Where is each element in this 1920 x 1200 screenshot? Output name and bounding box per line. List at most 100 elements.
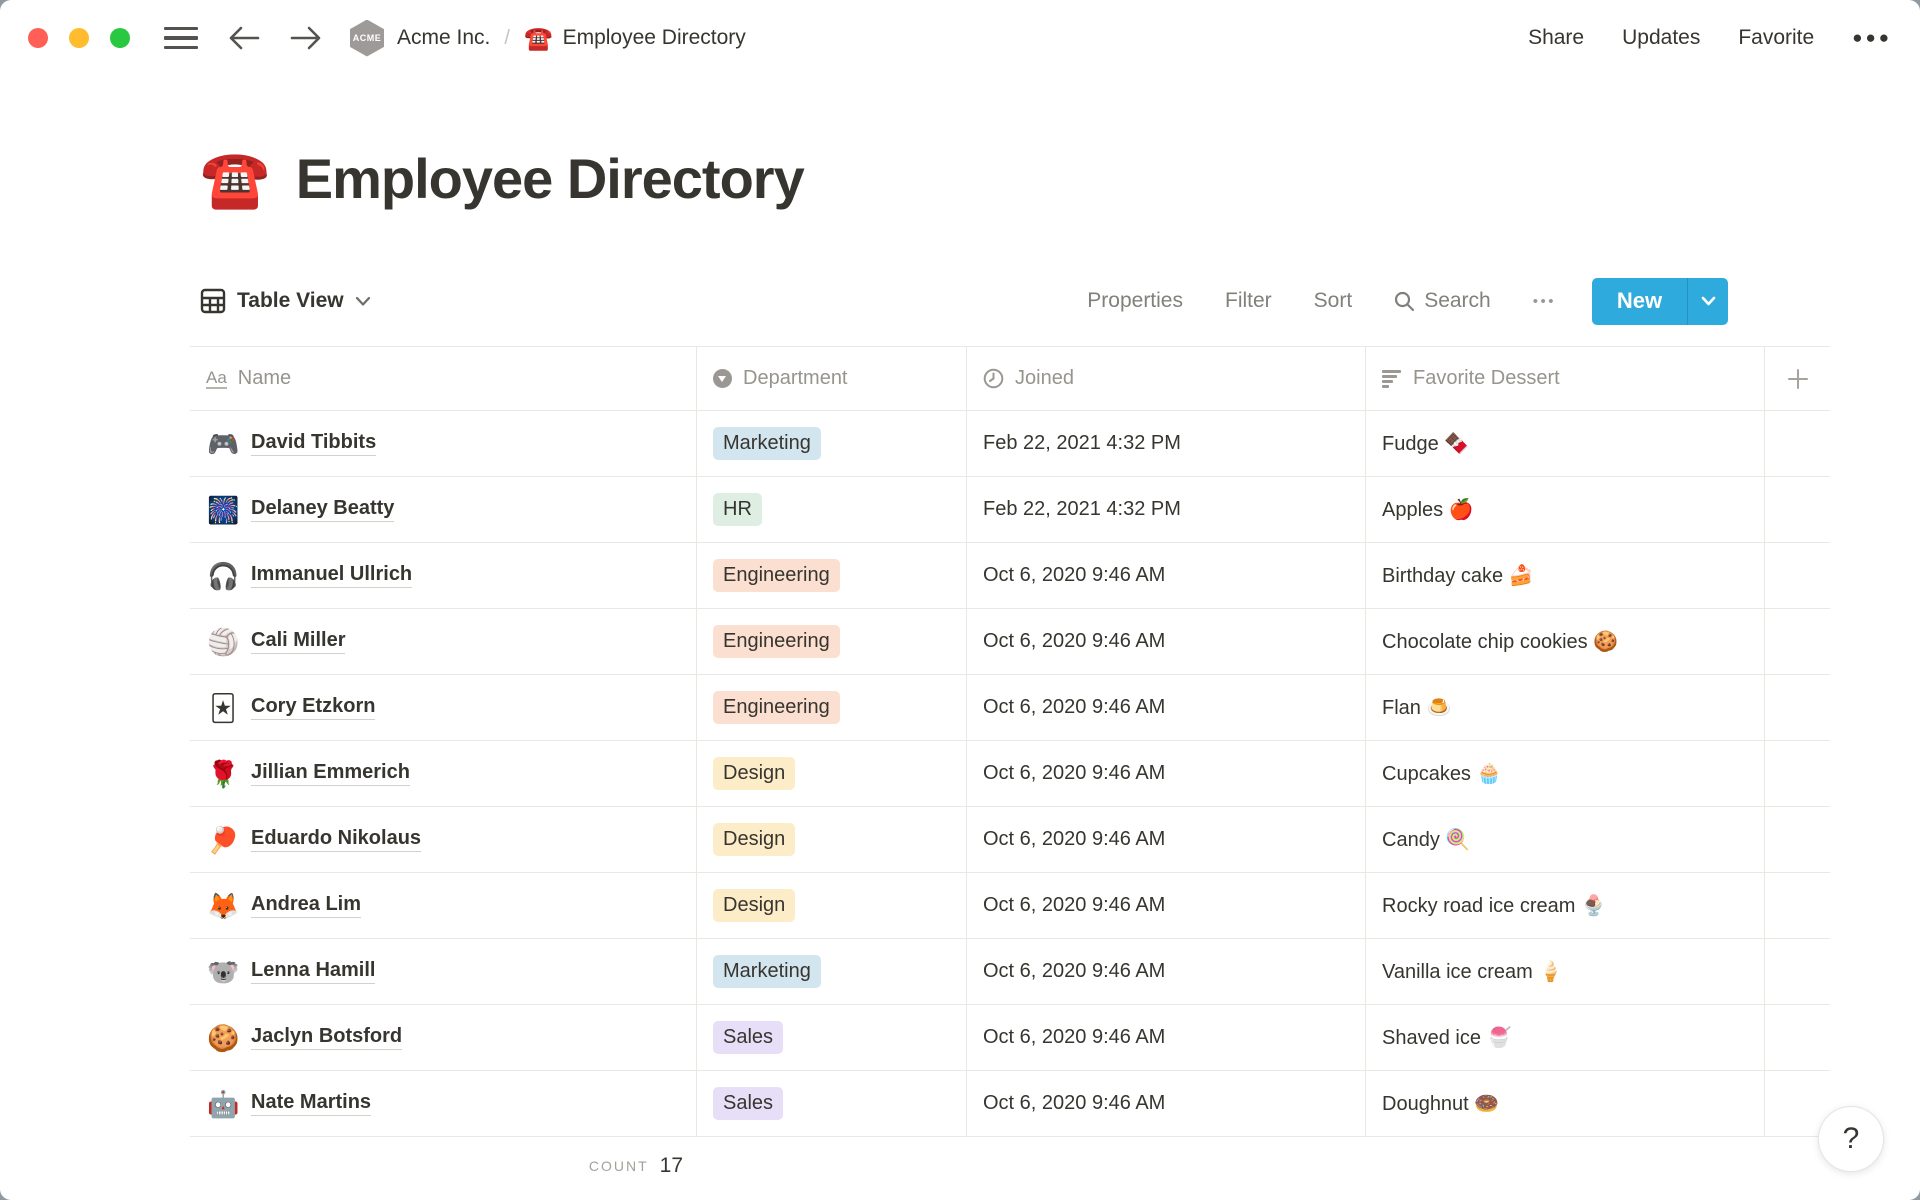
employee-name-link[interactable]: Cali Miller — [251, 629, 345, 654]
joined-cell[interactable]: Oct 6, 2020 9:46 AM — [967, 807, 1366, 872]
view-more-icon[interactable]: ••• — [1533, 293, 1556, 310]
page-title-emoji-icon[interactable]: ☎️ — [200, 151, 270, 207]
joined-cell[interactable]: Oct 6, 2020 9:46 AM — [967, 1005, 1366, 1070]
breadcrumb-workspace[interactable]: Acme Inc. — [397, 26, 490, 50]
joined-cell[interactable]: Oct 6, 2020 9:46 AM — [967, 1071, 1366, 1136]
minimize-button[interactable] — [69, 28, 89, 48]
back-arrow-icon[interactable] — [228, 25, 260, 51]
sort-button[interactable]: Sort — [1314, 289, 1353, 313]
dessert-value: Rocky road ice cream 🍨 — [1382, 893, 1606, 918]
favorite-button[interactable]: Favorite — [1738, 26, 1814, 50]
joined-value: Oct 6, 2020 9:46 AM — [983, 1026, 1165, 1049]
name-cell[interactable]: 🎆 Delaney Beatty — [190, 477, 697, 542]
row-spacer — [1765, 873, 1830, 938]
name-cell[interactable]: 🏐 Cali Miller — [190, 609, 697, 674]
name-cell[interactable]: 🍪 Jaclyn Botsford — [190, 1005, 697, 1070]
department-cell[interactable]: Sales — [697, 1005, 967, 1070]
employee-name-link[interactable]: Eduardo Nikolaus — [251, 827, 421, 852]
help-button[interactable]: ? — [1818, 1106, 1884, 1172]
employee-name-link[interactable]: Lenna Hamill — [251, 959, 375, 984]
share-button[interactable]: Share — [1528, 26, 1584, 50]
name-cell[interactable]: 🎧 Immanuel Ullrich — [190, 543, 697, 608]
department-cell[interactable]: Engineering — [697, 543, 967, 608]
column-header-name[interactable]: Aa Name — [190, 347, 697, 410]
employee-name-link[interactable]: Jaclyn Botsford — [251, 1025, 402, 1050]
department-cell[interactable]: Design — [697, 741, 967, 806]
employee-name-link[interactable]: Andrea Lim — [251, 893, 361, 918]
zoom-button[interactable] — [110, 28, 130, 48]
column-label: Favorite Dessert — [1413, 367, 1560, 390]
employee-name-link[interactable]: Immanuel Ullrich — [251, 563, 412, 588]
joined-cell[interactable]: Oct 6, 2020 9:46 AM — [967, 543, 1366, 608]
employee-name-link[interactable]: David Tibbits — [251, 431, 376, 456]
department-cell[interactable]: Design — [697, 807, 967, 872]
close-button[interactable] — [28, 28, 48, 48]
row-spacer — [1765, 675, 1830, 740]
dessert-cell[interactable]: Rocky road ice cream 🍨 — [1366, 873, 1765, 938]
employee-name-link[interactable]: Cory Etzkorn — [251, 695, 375, 720]
column-header-joined[interactable]: Joined — [967, 347, 1366, 410]
department-cell[interactable]: Engineering — [697, 609, 967, 674]
name-cell[interactable]: 🌹 Jillian Emmerich — [190, 741, 697, 806]
department-cell[interactable]: Marketing — [697, 939, 967, 1004]
table-row: 🏐 Cali Miller Engineering Oct 6, 2020 9:… — [190, 609, 1830, 675]
joined-cell[interactable]: Feb 22, 2021 4:32 PM — [967, 411, 1366, 476]
joined-value: Oct 6, 2020 9:46 AM — [983, 1092, 1165, 1115]
joined-value: Oct 6, 2020 9:46 AM — [983, 696, 1165, 719]
dessert-cell[interactable]: Apples 🍎 — [1366, 477, 1765, 542]
joined-cell[interactable]: Oct 6, 2020 9:46 AM — [967, 609, 1366, 674]
name-cell[interactable]: 🐨 Lenna Hamill — [190, 939, 697, 1004]
employee-name-link[interactable]: Nate Martins — [251, 1091, 371, 1116]
department-cell[interactable]: Design — [697, 873, 967, 938]
add-column-button[interactable] — [1765, 347, 1830, 410]
dessert-cell[interactable]: Chocolate chip cookies 🍪 — [1366, 609, 1765, 674]
breadcrumb-page[interactable]: Employee Directory — [563, 26, 746, 50]
dessert-cell[interactable]: Birthday cake 🍰 — [1366, 543, 1765, 608]
updates-button[interactable]: Updates — [1622, 26, 1700, 50]
dessert-cell[interactable]: Shaved ice 🍧 — [1366, 1005, 1765, 1070]
joined-cell[interactable]: Oct 6, 2020 9:46 AM — [967, 939, 1366, 1004]
joined-cell[interactable]: Oct 6, 2020 9:46 AM — [967, 873, 1366, 938]
employee-name-link[interactable]: Delaney Beatty — [251, 497, 394, 522]
table-row: 🎆 Delaney Beatty HR Feb 22, 2021 4:32 PM… — [190, 477, 1830, 543]
filter-button[interactable]: Filter — [1225, 289, 1272, 313]
name-cell[interactable]: 🃏 Cory Etzkorn — [190, 675, 697, 740]
search-button[interactable]: Search — [1394, 289, 1491, 313]
joined-cell[interactable]: Feb 22, 2021 4:32 PM — [967, 477, 1366, 542]
department-cell[interactable]: Marketing — [697, 411, 967, 476]
more-options-icon[interactable]: ●●● — [1852, 28, 1892, 48]
name-cell[interactable]: 🦊 Andrea Lim — [190, 873, 697, 938]
column-header-dessert[interactable]: Favorite Dessert — [1366, 347, 1765, 410]
table-row: 🦊 Andrea Lim Design Oct 6, 2020 9:46 AM … — [190, 873, 1830, 939]
department-cell[interactable]: Engineering — [697, 675, 967, 740]
name-cell[interactable]: 🏓 Eduardo Nikolaus — [190, 807, 697, 872]
window-controls — [28, 28, 130, 48]
dessert-cell[interactable]: Candy 🍭 — [1366, 807, 1765, 872]
dessert-cell[interactable]: Vanilla ice cream 🍦 — [1366, 939, 1765, 1004]
department-tag: Sales — [713, 1021, 783, 1054]
department-cell[interactable]: Sales — [697, 1071, 967, 1136]
name-cell[interactable]: 🤖 Nate Martins — [190, 1071, 697, 1136]
name-cell[interactable]: 🎮 David Tibbits — [190, 411, 697, 476]
new-button[interactable]: New — [1592, 278, 1728, 325]
dessert-cell[interactable]: Flan 🍮 — [1366, 675, 1765, 740]
sidebar-menu-icon[interactable] — [164, 27, 198, 50]
page-title[interactable]: Employee Directory — [296, 146, 804, 211]
column-label: Joined — [1015, 367, 1074, 390]
department-cell[interactable]: HR — [697, 477, 967, 542]
properties-button[interactable]: Properties — [1087, 289, 1183, 313]
new-button-label[interactable]: New — [1592, 278, 1687, 325]
column-header-department[interactable]: Department — [697, 347, 967, 410]
forward-arrow-icon[interactable] — [290, 25, 322, 51]
dessert-cell[interactable]: Fudge 🍫 — [1366, 411, 1765, 476]
count-label[interactable]: COUNT — [589, 1158, 649, 1174]
page-emoji-icon: ☎️ — [524, 25, 553, 52]
joined-cell[interactable]: Oct 6, 2020 9:46 AM — [967, 741, 1366, 806]
employee-name-link[interactable]: Jillian Emmerich — [251, 761, 410, 786]
table-view-selector[interactable]: Table View — [190, 284, 381, 318]
dessert-cell[interactable]: Cupcakes 🧁 — [1366, 741, 1765, 806]
new-dropdown-icon[interactable] — [1688, 278, 1728, 325]
joined-cell[interactable]: Oct 6, 2020 9:46 AM — [967, 675, 1366, 740]
dessert-cell[interactable]: Doughnut 🍩 — [1366, 1071, 1765, 1136]
avatar: 🃏 — [207, 695, 239, 721]
